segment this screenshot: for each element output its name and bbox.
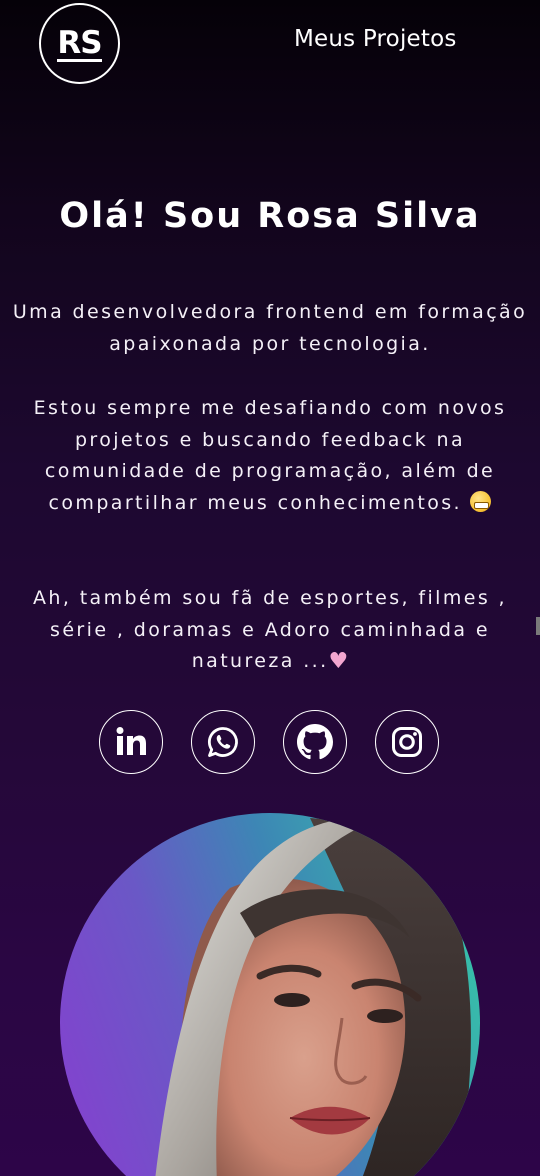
scrollbar-thumb[interactable] <box>536 617 540 635</box>
grinning-face-icon <box>470 490 492 512</box>
intro-paragraph: Uma desenvolvedora frontend em formação … <box>0 297 540 360</box>
nav-link-meus-projetos[interactable]: Meus Projetos <box>294 26 457 52</box>
whatsapp-button[interactable] <box>191 710 255 774</box>
linkedin-button[interactable] <box>99 710 163 774</box>
instagram-icon <box>392 727 422 757</box>
social-links <box>99 710 443 776</box>
about-text: Estou sempre me desafiando com novos pro… <box>33 397 507 514</box>
logo-text: RS <box>57 24 103 62</box>
whatsapp-icon <box>207 727 238 757</box>
linkedin-icon <box>116 727 146 755</box>
site-header: RS Meus Projetos <box>0 0 540 90</box>
profile-photo <box>155 818 471 1176</box>
profile-photo-frame <box>60 813 480 1176</box>
instagram-button[interactable] <box>375 710 439 774</box>
hero-title: Olá! Sou Rosa Silva <box>59 196 481 236</box>
hobbies-text: Ah, também sou fã de esportes, filmes , … <box>32 587 507 672</box>
about-paragraph: Estou sempre me desafiando com novos pro… <box>0 393 540 519</box>
intro-text: Uma desenvolvedora frontend em formação … <box>12 301 528 355</box>
github-button[interactable] <box>283 710 347 774</box>
logo[interactable]: RS <box>39 3 120 84</box>
pink-heart-icon: ♥ <box>328 649 349 674</box>
github-icon <box>297 724 333 760</box>
hobbies-paragraph: Ah, também sou fã de esportes, filmes , … <box>0 583 540 678</box>
